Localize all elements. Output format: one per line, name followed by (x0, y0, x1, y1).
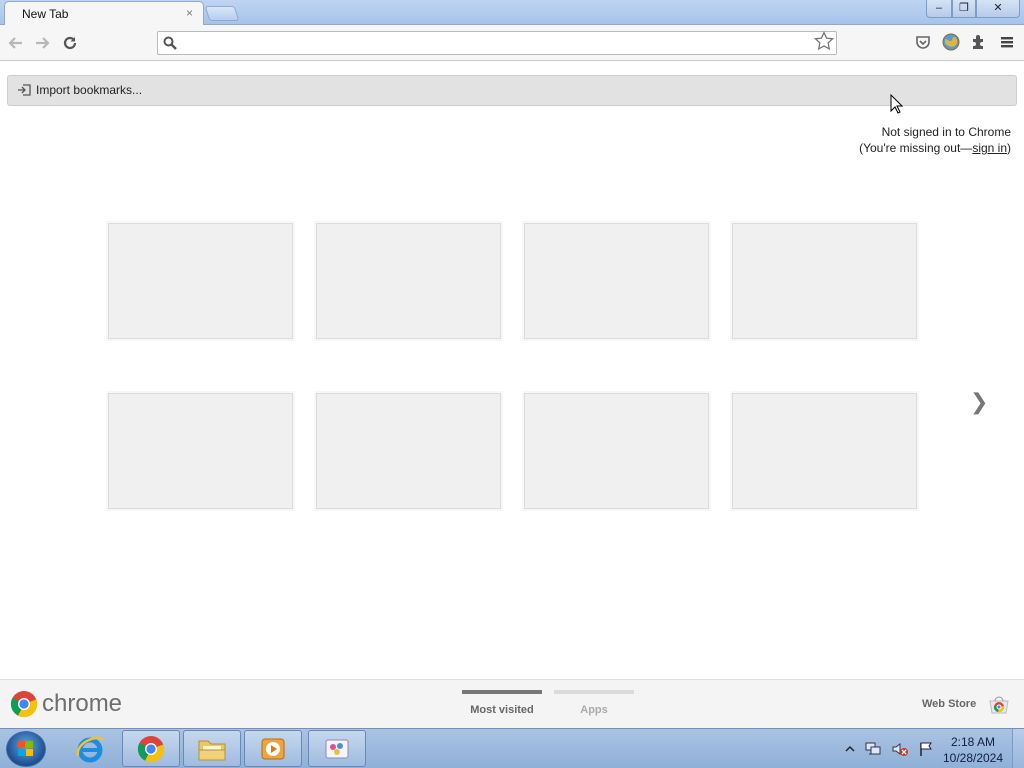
reload-icon (63, 36, 77, 50)
clock-time: 2:18 AM (950, 735, 996, 749)
import-icon (18, 84, 31, 96)
start-button[interactable] (6, 731, 46, 767)
forward-button[interactable] (32, 33, 52, 53)
tab-most-visited[interactable]: Most visited (462, 690, 542, 716)
sign-in-link[interactable]: sign in (972, 141, 1007, 155)
tab-most-visited-label: Most visited (470, 704, 534, 716)
tile[interactable] (524, 223, 709, 339)
back-button[interactable] (6, 33, 26, 53)
tile[interactable] (316, 223, 501, 339)
tile[interactable] (316, 393, 501, 509)
tab-apps-label: Apps (580, 704, 608, 716)
toolbar (0, 25, 1024, 61)
menu-icon[interactable] (998, 33, 1016, 51)
import-bookmarks-label: Import bookmarks... (36, 83, 143, 97)
taskbar-chrome[interactable] (122, 730, 180, 767)
reload-button[interactable] (60, 33, 80, 53)
omnibox-input[interactable] (182, 34, 802, 52)
back-arrow-icon (8, 37, 22, 49)
tile[interactable] (732, 393, 917, 509)
bookmark-star-icon[interactable] (813, 30, 835, 54)
taskbar-ie[interactable] (61, 730, 119, 767)
tile[interactable] (108, 393, 293, 509)
paint-icon (325, 739, 349, 758)
system-tray (845, 729, 934, 768)
signin-prompt: (You're missing out—sign in) (859, 140, 1011, 156)
bookmark-bar: Import bookmarks... (7, 75, 1017, 106)
tile[interactable] (524, 393, 709, 509)
windows-logo-icon (18, 741, 33, 756)
restore-icon: ❐ (959, 2, 969, 14)
extensions-puzzle-icon[interactable] (970, 33, 988, 51)
signin-prefix: (You're missing out— (859, 141, 973, 155)
pager-indicator (462, 690, 542, 694)
taskbar: 2:18 AM 10/28/2024 (0, 728, 1024, 768)
tile[interactable] (732, 223, 917, 339)
chrome-logo-icon (10, 691, 38, 718)
signin-notice: Not signed in to Chrome (You're missing … (859, 124, 1011, 156)
close-window-button[interactable]: ✕ (976, 0, 1020, 18)
tab-strip: New Tab × – ❐ ✕ (0, 0, 1024, 25)
forward-arrow-icon (36, 37, 50, 49)
pocket-icon[interactable] (914, 33, 932, 51)
tile[interactable] (108, 223, 293, 339)
show-hidden-icons-icon[interactable] (845, 744, 855, 754)
tab-apps[interactable]: Apps (554, 690, 634, 716)
signin-suffix: ) (1007, 141, 1011, 155)
web-store-icon[interactable] (988, 694, 1010, 717)
brand-text: chrome (42, 690, 123, 717)
omnibox[interactable] (157, 31, 837, 55)
import-bookmarks-link[interactable]: Import bookmarks... (17, 83, 142, 97)
action-center-flag-icon[interactable] (918, 741, 934, 757)
tab-title: New Tab (22, 7, 69, 21)
close-icon: ✕ (993, 2, 1003, 14)
next-page-arrow-icon[interactable]: ❯ (970, 389, 988, 415)
pager-indicator (554, 690, 634, 694)
folder-icon (198, 740, 226, 760)
internet-explorer-icon (76, 736, 105, 762)
minimize-icon: – (935, 2, 943, 14)
taskbar-explorer[interactable] (183, 730, 241, 767)
taskbar-paint[interactable] (308, 730, 366, 767)
tab-new-tab[interactable]: New Tab × (4, 1, 204, 25)
search-icon (163, 36, 177, 53)
new-tab-button[interactable] (204, 6, 240, 21)
mouse-cursor-icon (890, 94, 904, 114)
web-store-link[interactable]: Web Store (922, 698, 976, 710)
extension-globe-icon[interactable] (942, 33, 960, 51)
taskbar-clock[interactable]: 2:18 AM 10/28/2024 (938, 734, 1008, 766)
media-player-icon (261, 738, 285, 759)
minimize-button[interactable]: – (926, 0, 952, 18)
chrome-icon (137, 735, 165, 762)
taskbar-media-player[interactable] (244, 730, 302, 767)
restore-button[interactable]: ❐ (952, 0, 976, 18)
signin-status-text: Not signed in to Chrome (881, 125, 1011, 139)
clock-date: 10/28/2024 (942, 751, 1004, 765)
chrome-brand: chrome (10, 690, 122, 718)
tab-close-icon[interactable]: × (186, 6, 193, 20)
volume-muted-icon[interactable] (891, 741, 909, 757)
network-icon[interactable] (864, 741, 882, 757)
show-desktop-button[interactable] (1012, 729, 1024, 768)
ntp-footer: chrome Most visited Apps Web Store (0, 679, 1024, 728)
